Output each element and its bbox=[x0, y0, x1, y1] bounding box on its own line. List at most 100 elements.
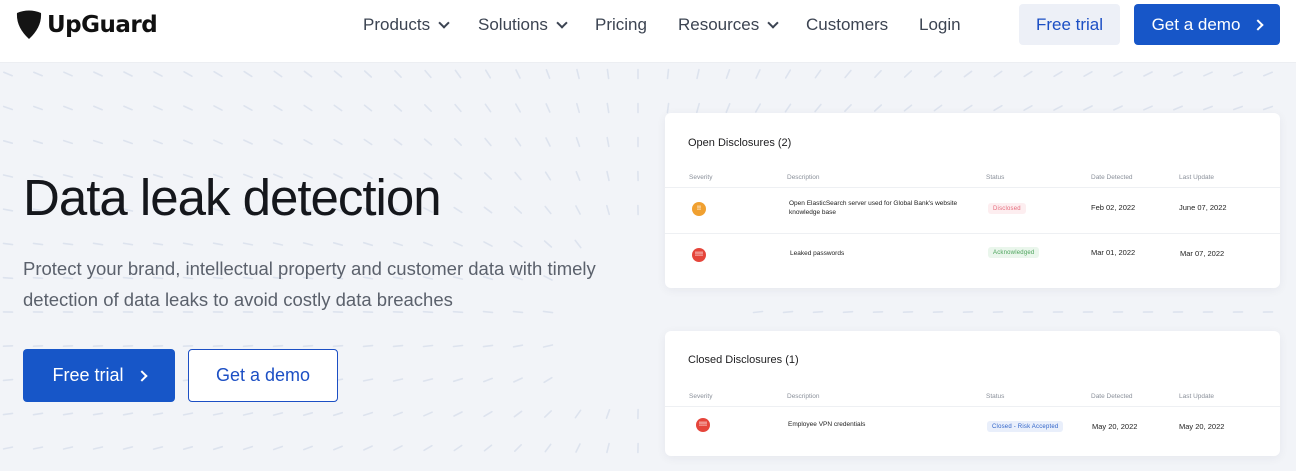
pattern-dash bbox=[454, 69, 462, 79]
pattern-dash bbox=[153, 139, 163, 145]
nav-pricing[interactable]: Pricing bbox=[595, 13, 647, 37]
column-header-last-update: Last Update bbox=[1179, 393, 1215, 400]
pattern-dash bbox=[543, 240, 553, 248]
pattern-dash bbox=[32, 105, 44, 111]
pattern-dash bbox=[1083, 71, 1093, 77]
pattern-dash bbox=[814, 103, 822, 113]
column-header-status: Status bbox=[986, 393, 1005, 400]
pattern-dash bbox=[182, 445, 194, 451]
column-header-severity: Severity bbox=[689, 393, 713, 400]
pattern-dash bbox=[122, 412, 134, 416]
hero-free-trial-button[interactable]: Free trial bbox=[23, 349, 175, 402]
pattern-dash bbox=[512, 344, 524, 348]
pattern-dash bbox=[874, 69, 882, 79]
pattern-dash bbox=[903, 104, 913, 112]
pattern-dash bbox=[543, 376, 553, 384]
chevron-down-icon bbox=[438, 16, 450, 29]
disclosure-description: Open ElasticSearch server used for Globa… bbox=[789, 200, 958, 216]
pattern-dash bbox=[182, 242, 194, 246]
pattern-dash bbox=[782, 310, 794, 314]
pattern-dash bbox=[92, 412, 104, 416]
pattern-dash bbox=[453, 444, 463, 452]
nav-products[interactable]: Products bbox=[363, 13, 450, 37]
pattern-dash bbox=[903, 70, 913, 78]
pattern-dash bbox=[362, 378, 374, 382]
pattern-dash bbox=[482, 377, 494, 383]
date-detected: May 20, 2022 bbox=[1092, 422, 1138, 431]
pattern-dash bbox=[725, 102, 731, 114]
nav-free-trial-button[interactable]: Free trial bbox=[1019, 4, 1120, 45]
pattern-dash bbox=[392, 411, 404, 417]
upguard-logo[interactable]: UpGuard bbox=[14, 8, 158, 42]
pattern-dash bbox=[122, 242, 134, 246]
pattern-dash bbox=[422, 241, 434, 247]
pattern-dash bbox=[842, 310, 854, 314]
pattern-dash bbox=[2, 446, 14, 450]
pattern-dash bbox=[423, 444, 433, 452]
pattern-dash bbox=[32, 446, 44, 450]
pattern-dash bbox=[514, 137, 522, 147]
pattern-dash bbox=[606, 442, 610, 454]
pattern-dash bbox=[484, 103, 492, 113]
pattern-dash bbox=[575, 205, 581, 215]
last-update: Mar 07, 2022 bbox=[1180, 249, 1225, 258]
pattern-dash bbox=[606, 136, 610, 148]
pattern-dash bbox=[754, 103, 762, 113]
pattern-dash bbox=[814, 69, 822, 79]
pattern-dash bbox=[452, 377, 464, 383]
column-header-last-update: Last Update bbox=[1179, 174, 1215, 181]
chevron-down-icon bbox=[556, 16, 568, 29]
pattern-dash bbox=[1053, 105, 1063, 111]
pattern-dash bbox=[1143, 105, 1153, 111]
nav-resources[interactable]: Resources bbox=[678, 13, 779, 37]
pattern-dash bbox=[933, 104, 943, 112]
pattern-dash bbox=[543, 410, 553, 418]
pattern-dash bbox=[273, 70, 283, 78]
open-disclosures-card: Open Disclosures (2) Severity Descriptio… bbox=[665, 113, 1280, 288]
pattern-dash bbox=[242, 344, 254, 348]
table-divider bbox=[665, 187, 1280, 188]
disclosure-description: Employee VPN credentials bbox=[788, 421, 866, 428]
pattern-dash bbox=[92, 139, 104, 145]
pattern-dash bbox=[123, 139, 133, 145]
pattern-dash bbox=[243, 139, 253, 145]
status-badge: Disclosed bbox=[988, 203, 1026, 214]
pattern-dash bbox=[422, 378, 434, 382]
pattern-dash bbox=[302, 344, 314, 348]
pattern-dash bbox=[32, 71, 44, 77]
nav-customers-label: Customers bbox=[806, 15, 889, 34]
pattern-dash bbox=[514, 103, 522, 113]
nav-customers[interactable]: Customers bbox=[806, 13, 888, 37]
pattern-dash bbox=[993, 104, 1003, 112]
pattern-dash bbox=[545, 103, 551, 113]
pattern-dash bbox=[1203, 71, 1213, 77]
pattern-dash bbox=[2, 208, 14, 212]
pattern-dash bbox=[363, 104, 373, 112]
nav-solutions[interactable]: Solutions bbox=[478, 13, 568, 37]
pattern-dash bbox=[272, 344, 284, 348]
hero-get-demo-label: Get a demo bbox=[215, 365, 311, 385]
nav-get-demo-label: Get a demo bbox=[1151, 14, 1241, 34]
pattern-dash bbox=[213, 70, 223, 78]
pattern-dash bbox=[332, 242, 344, 246]
pattern-dash bbox=[513, 443, 523, 453]
column-header-date-detected: Date Detected bbox=[1091, 174, 1133, 181]
pattern-dash bbox=[183, 105, 193, 111]
pattern-dash bbox=[92, 242, 104, 246]
pattern-dash bbox=[453, 138, 463, 146]
pattern-dash bbox=[213, 105, 223, 111]
pattern-dash bbox=[575, 102, 581, 114]
pattern-dash bbox=[272, 412, 284, 416]
pattern-dash bbox=[453, 206, 463, 214]
hero-free-trial-label: Free trial bbox=[52, 365, 124, 385]
pattern-dash bbox=[666, 102, 670, 114]
hero-get-demo-button[interactable]: Get a demo bbox=[188, 349, 338, 402]
pattern-dash bbox=[666, 68, 670, 80]
pattern-dash bbox=[1263, 71, 1273, 77]
pattern-dash bbox=[514, 171, 522, 181]
pattern-dash bbox=[545, 69, 551, 79]
nav-login[interactable]: Login bbox=[919, 13, 961, 37]
nav-get-demo-button[interactable]: Get a demo bbox=[1134, 4, 1280, 45]
pattern-dash bbox=[333, 138, 343, 146]
pattern-dash bbox=[423, 411, 433, 417]
